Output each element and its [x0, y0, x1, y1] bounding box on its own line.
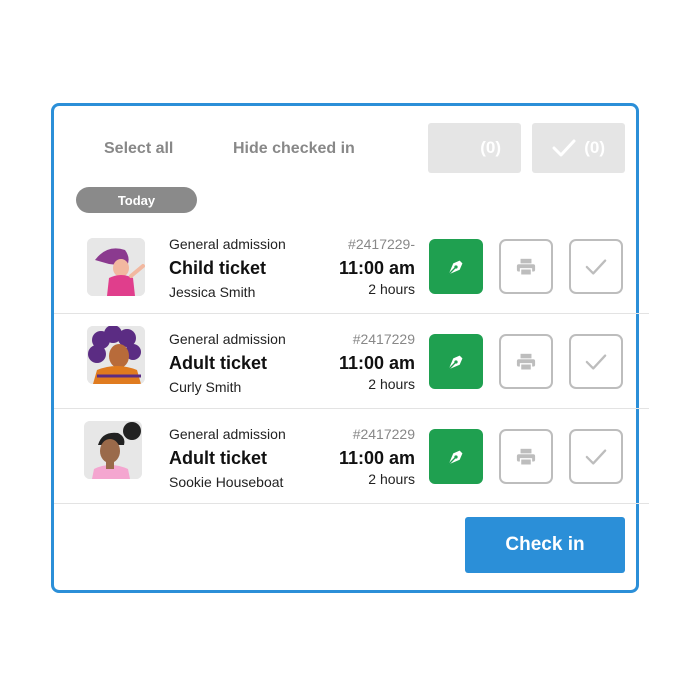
pen-nib-icon: [448, 260, 463, 275]
check-icon: [585, 258, 607, 275]
checked-count: (0): [584, 138, 605, 157]
print-button[interactable]: [499, 334, 553, 389]
ticket-duration: 2 hours: [368, 471, 415, 487]
print-button[interactable]: [499, 429, 553, 484]
pending-count: (0): [480, 138, 501, 157]
sign-waiver-button[interactable]: [429, 429, 483, 484]
checked-count-button[interactable]: (0): [532, 123, 625, 173]
ticket-kind: General admission: [169, 236, 286, 252]
ticket-duration: 2 hours: [368, 376, 415, 392]
sign-waiver-button[interactable]: [429, 334, 483, 389]
printer-icon: [516, 353, 536, 371]
printer-icon: [516, 448, 536, 466]
ticket-type: Adult ticket: [169, 353, 268, 373]
ticket-kind: General admission: [169, 426, 286, 442]
ticket-type: Adult ticket: [169, 448, 268, 468]
check-in-toggle[interactable]: [569, 239, 623, 294]
ticket-holder: Jessica Smith: [169, 284, 256, 300]
check-in-toggle[interactable]: [569, 429, 623, 484]
pen-nib-icon: [448, 355, 463, 370]
hide-checked-in-link[interactable]: Hide checked in: [233, 140, 355, 158]
date-section-label: Today: [76, 187, 197, 213]
check-icon: [552, 139, 576, 157]
order-number: #2417229: [352, 426, 415, 442]
ticket-kind: General admission: [169, 331, 286, 347]
ticket-row: General admission Child ticket Jessica S…: [54, 219, 649, 314]
order-number: #2417229-: [348, 236, 415, 252]
order-number: #2417229: [352, 331, 415, 347]
ticket-row: General admission Adult ticket Curly Smi…: [54, 314, 649, 409]
avatar-pink-hair-icon: [87, 238, 145, 296]
ticket-time: 11:00 am: [338, 353, 415, 373]
ticket-time: 11:00 am: [338, 448, 415, 468]
ticket-holder: Sookie Houseboat: [169, 474, 284, 490]
check-icon: [585, 353, 607, 370]
ticket-time: 11:00 am: [338, 258, 415, 278]
printer-icon: [516, 258, 536, 276]
ticket-holder: Curly Smith: [169, 379, 242, 395]
ticket-duration: 2 hours: [368, 281, 415, 297]
pen-nib-icon: [448, 450, 463, 465]
ticket-type: Child ticket: [169, 258, 267, 278]
check-in-button[interactable]: Check in: [465, 517, 625, 573]
check-in-toggle[interactable]: [569, 334, 623, 389]
check-icon: [585, 448, 607, 465]
select-all-link[interactable]: Select all: [104, 140, 173, 158]
ticket-row: General admission Adult ticket Sookie Ho…: [54, 409, 649, 504]
sign-waiver-button[interactable]: [429, 239, 483, 294]
print-button[interactable]: [499, 239, 553, 294]
avatar-purple-curly-icon: [87, 326, 145, 384]
avatar-bun-hair-icon: [84, 421, 142, 479]
pending-count-button[interactable]: (0): [428, 123, 521, 173]
checkin-panel: Select all Hide checked in (0) (0) Today…: [51, 103, 649, 593]
